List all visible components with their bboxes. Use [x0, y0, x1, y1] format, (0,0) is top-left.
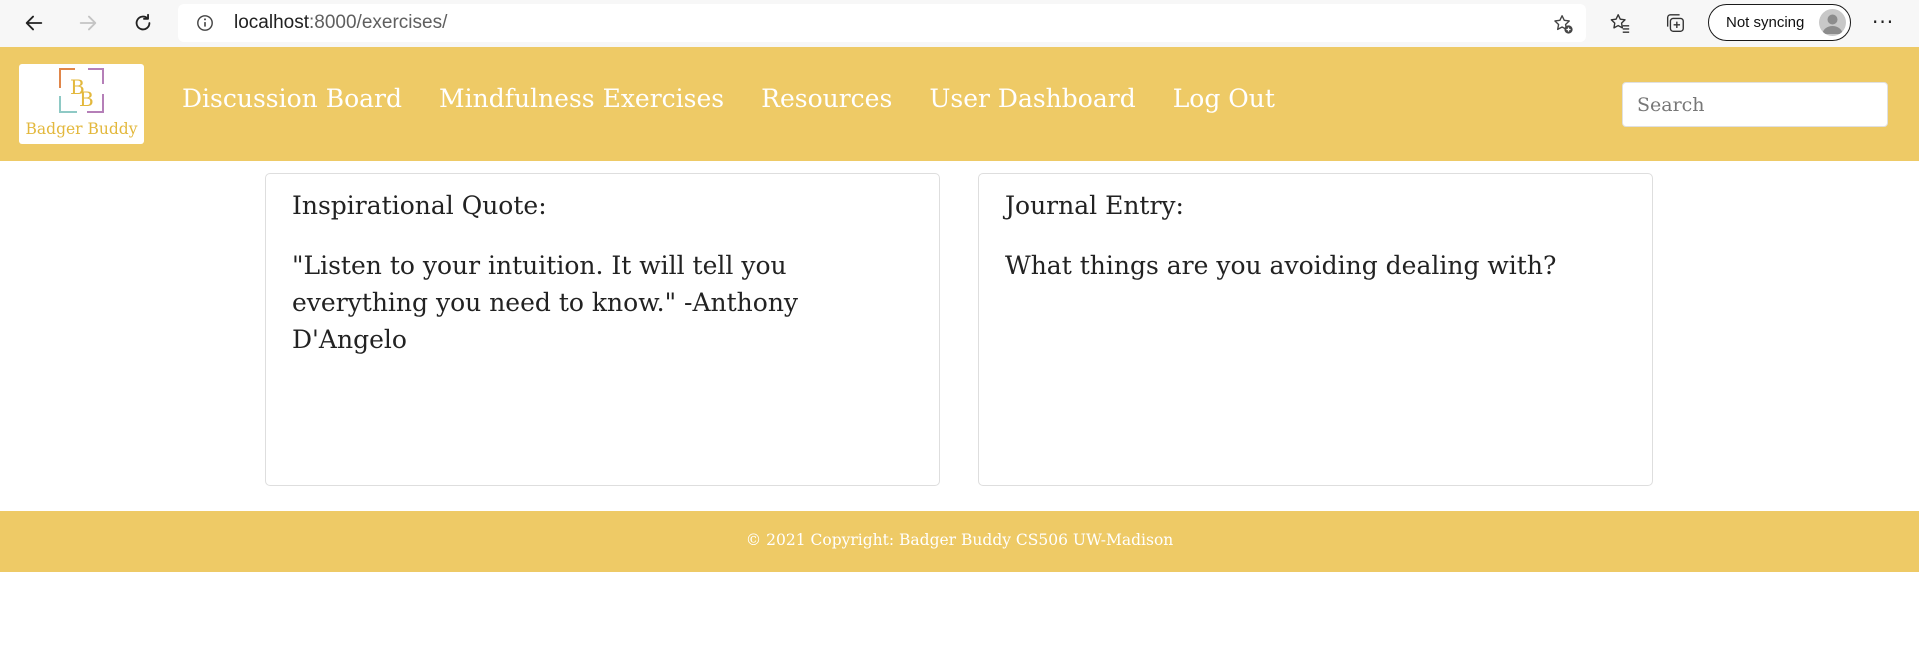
- reload-button[interactable]: [128, 8, 158, 38]
- badger-buddy-logo[interactable]: B B Badger Buddy: [19, 64, 144, 144]
- browser-toolbar: localhost:8000/exercises/ Not syncing ··…: [0, 0, 1919, 47]
- reload-icon: [135, 13, 151, 31]
- nav-mindfulness-exercises[interactable]: Mindfulness Exercises: [439, 84, 724, 113]
- journal-prompt: What things are you avoiding dealing wit…: [1005, 251, 1557, 280]
- more-options-icon[interactable]: ···: [1872, 10, 1894, 34]
- address-bar[interactable]: localhost:8000/exercises/: [178, 4, 1586, 42]
- add-favorite-icon[interactable]: [1552, 13, 1574, 35]
- arrow-right-icon: [79, 15, 97, 31]
- back-button[interactable]: [19, 8, 49, 38]
- site-navbar: B B Badger Buddy Discussion Board Mindfu…: [0, 47, 1919, 161]
- journal-card-title: Journal Entry:: [1005, 191, 1184, 220]
- logo-monogram-icon: B B: [59, 68, 104, 113]
- logo-label: Badger Buddy: [25, 120, 138, 138]
- avatar-icon: [1819, 9, 1846, 36]
- svg-text:B: B: [79, 87, 94, 111]
- search-input[interactable]: [1622, 82, 1888, 127]
- journal-card: Journal Entry: What things are you avoid…: [978, 173, 1653, 486]
- quote-text: "Listen to your intuition. It will tell …: [292, 251, 799, 354]
- nav-user-dashboard[interactable]: User Dashboard: [929, 84, 1135, 113]
- profile-sync-button[interactable]: Not syncing: [1708, 4, 1851, 41]
- favorites-icon[interactable]: [1609, 12, 1631, 34]
- url-path: :8000/exercises/: [309, 12, 448, 33]
- collections-icon[interactable]: [1664, 12, 1686, 34]
- quote-card-title: Inspirational Quote:: [292, 191, 547, 220]
- quote-card: Inspirational Quote: "Listen to your int…: [265, 173, 940, 486]
- forward-button[interactable]: [73, 8, 103, 38]
- url-text[interactable]: localhost:8000/exercises/: [234, 12, 447, 34]
- nav-resources[interactable]: Resources: [761, 84, 892, 113]
- site-footer: © 2021 Copyright: Badger Buddy CS506 UW-…: [0, 511, 1919, 572]
- main-nav: Discussion Board Mindfulness Exercises R…: [182, 84, 1312, 113]
- sync-status-label: Not syncing: [1726, 14, 1805, 31]
- copyright-text: © 2021 Copyright: Badger Buddy CS506 UW-…: [745, 531, 1174, 549]
- arrow-left-icon: [25, 15, 43, 31]
- nav-discussion-board[interactable]: Discussion Board: [182, 84, 402, 113]
- nav-log-out[interactable]: Log Out: [1173, 84, 1275, 113]
- url-host: localhost: [234, 12, 309, 33]
- info-icon[interactable]: [196, 14, 214, 32]
